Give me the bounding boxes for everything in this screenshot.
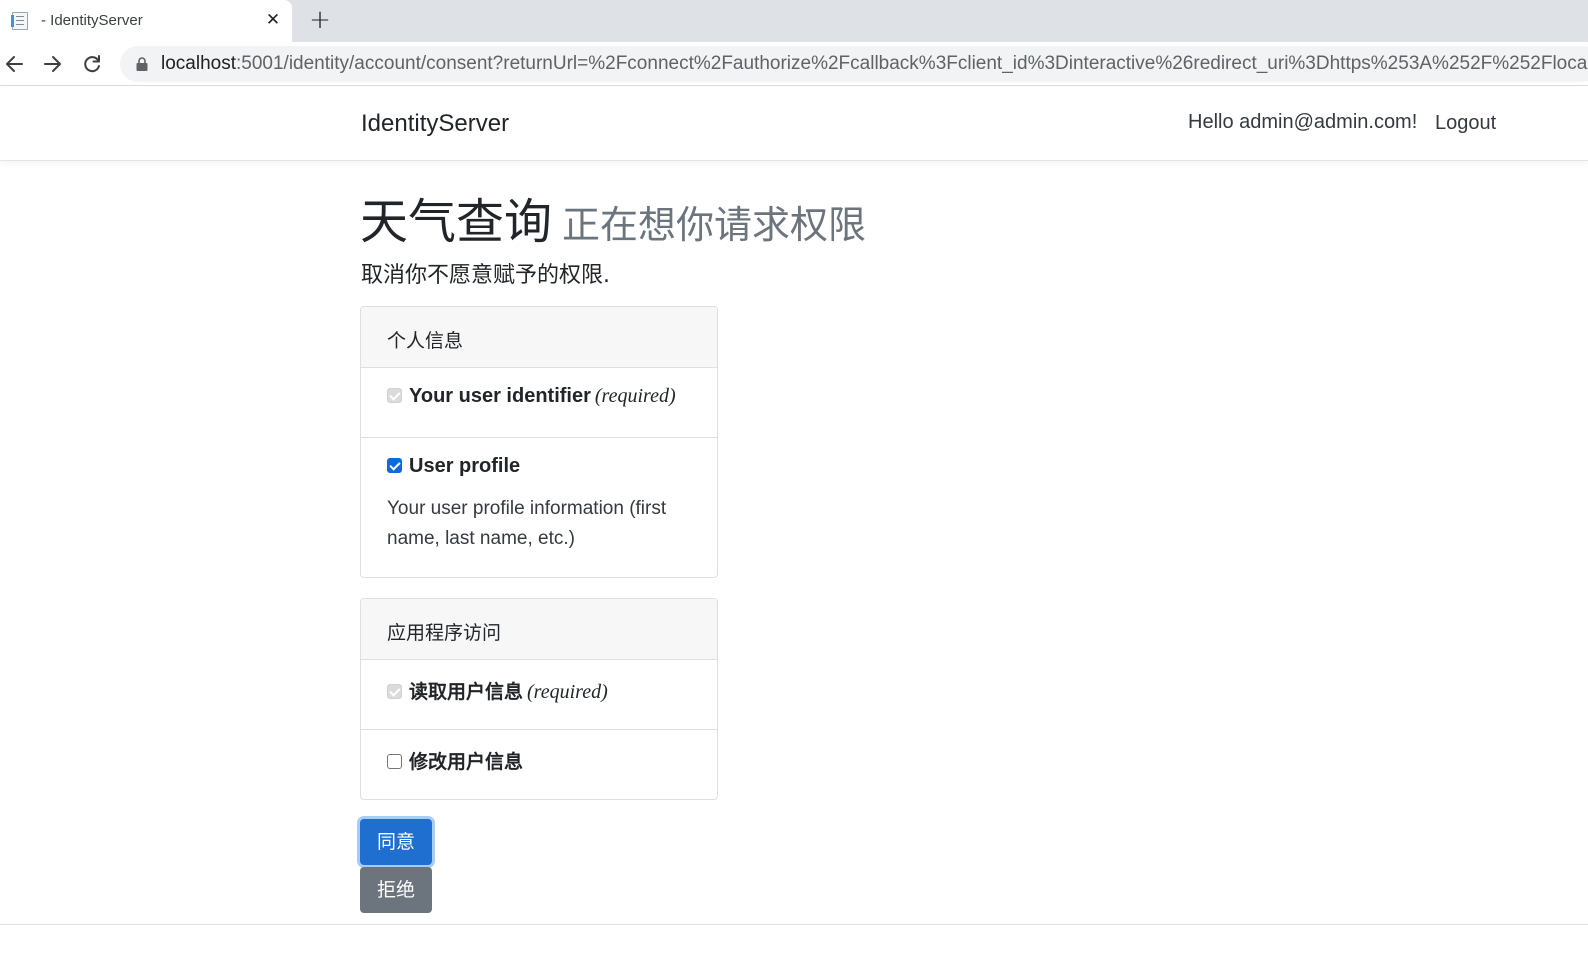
scope-name: User profile bbox=[409, 455, 521, 477]
request-text: 正在想你请求权限 bbox=[562, 203, 867, 247]
logout-link[interactable]: Logout bbox=[1435, 112, 1496, 135]
scope-item-read-user: 读取用户信息 (required) bbox=[361, 660, 717, 730]
scope-name: 修改用户信息 bbox=[409, 751, 524, 773]
footer-divider bbox=[0, 924, 1588, 925]
scope-checkbox-profile[interactable] bbox=[387, 458, 402, 473]
back-arrow-icon[interactable] bbox=[0, 50, 28, 78]
new-tab-plus-icon[interactable]: + bbox=[306, 7, 334, 35]
lock-icon[interactable] bbox=[136, 57, 148, 71]
reload-icon[interactable] bbox=[78, 50, 106, 78]
scope-item-openid: Your user identifier (required) bbox=[361, 368, 717, 438]
site-navbar: IdentityServer Hello admin@admin.com! Lo… bbox=[0, 87, 1588, 161]
browser-toolbar: localhost:5001/identity/account/consent?… bbox=[0, 42, 1588, 86]
required-label: (required) bbox=[527, 681, 608, 703]
browser-tabstrip: - IdentityServer ✕ + bbox=[0, 0, 1588, 42]
forward-arrow-icon[interactable] bbox=[39, 50, 67, 78]
tab-title: - IdentityServer bbox=[41, 12, 143, 29]
identity-scopes-panel: 个人信息 Your user identifier (required) User… bbox=[360, 306, 718, 578]
brand-link[interactable]: IdentityServer bbox=[361, 110, 509, 138]
required-label: (required) bbox=[594, 385, 676, 407]
scope-name: 读取用户信息 bbox=[409, 681, 524, 703]
scope-description: Your user profile information (first nam… bbox=[387, 498, 667, 549]
client-name: 天气查询 bbox=[360, 194, 553, 250]
page-title: 天气查询 正在想你请求权限 bbox=[360, 182, 866, 252]
deny-button[interactable]: 拒绝 bbox=[360, 867, 432, 913]
page-icon bbox=[11, 12, 28, 30]
user-greeting: Hello admin@admin.com! bbox=[1188, 111, 1418, 133]
scope-name: Your user identifier bbox=[409, 385, 591, 407]
scope-checkbox-edit-user[interactable] bbox=[387, 754, 402, 769]
scope-checkbox-openid[interactable] bbox=[387, 388, 402, 403]
url-text: localhost:5001/identity/account/consent?… bbox=[161, 53, 1588, 74]
close-icon[interactable]: ✕ bbox=[262, 9, 284, 31]
scope-item-edit-user: 修改用户信息 bbox=[361, 730, 717, 799]
browser-tab[interactable]: - IdentityServer ✕ bbox=[0, 0, 292, 42]
scope-checkbox-read-user[interactable] bbox=[387, 684, 402, 699]
address-bar[interactable]: localhost:5001/identity/account/consent?… bbox=[120, 46, 1588, 82]
allow-button[interactable]: 同意 bbox=[360, 819, 432, 865]
panel-header: 应用程序访问 bbox=[361, 599, 717, 660]
panel-header: 个人信息 bbox=[361, 307, 717, 368]
api-scopes-panel: 应用程序访问 读取用户信息 (required) 修改用户信息 bbox=[360, 598, 718, 800]
page-subtitle: 取消你不愿意赋予的权限. bbox=[361, 263, 610, 288]
scope-item-profile: User profile Your user profile informati… bbox=[361, 438, 717, 577]
